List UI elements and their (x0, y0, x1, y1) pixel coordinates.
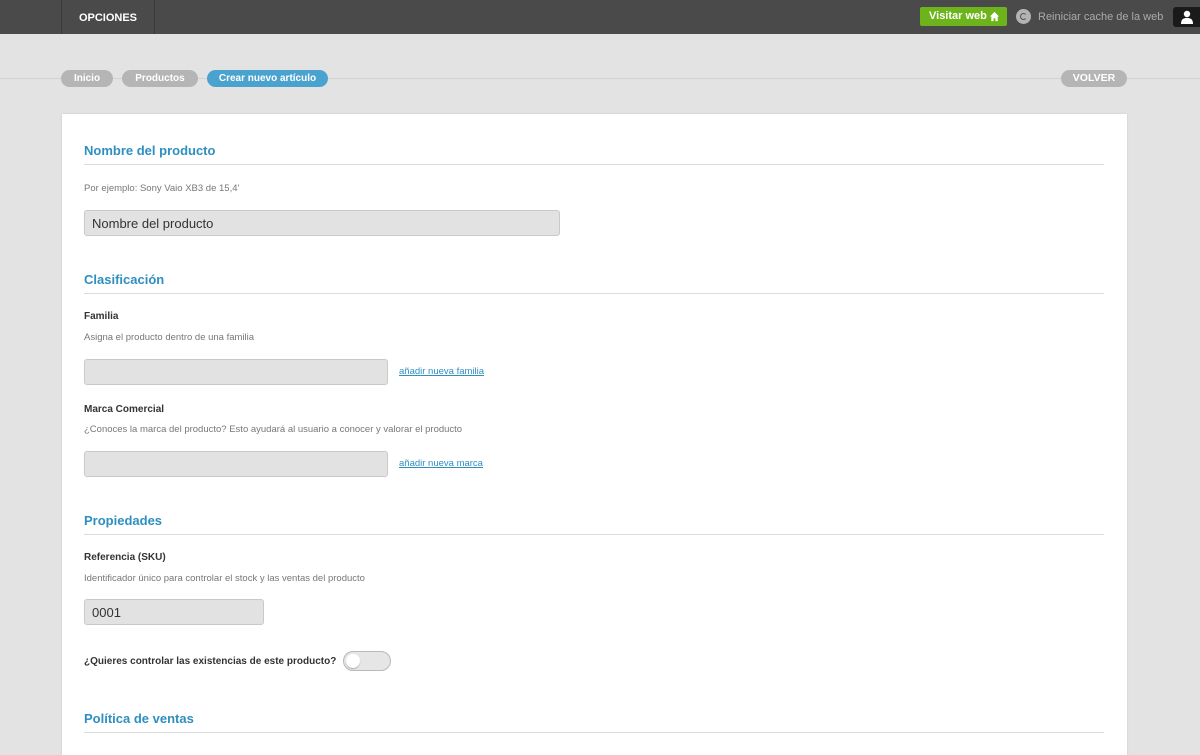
section-divider (84, 164, 1104, 165)
family-label: Familia (84, 311, 119, 322)
section-title-properties: Propiedades (84, 513, 163, 528)
section-divider (84, 534, 1104, 535)
name-help-text: Por ejemplo: Sony Vaio XB3 de 15,4' (84, 183, 240, 194)
brand-help-text: ¿Conoces la marca del producto? Esto ayu… (84, 424, 463, 435)
product-name-input[interactable] (84, 210, 560, 236)
sku-input[interactable] (84, 599, 264, 625)
family-help-text: Asigna el producto dentro de una familia (84, 332, 255, 343)
section-divider (84, 293, 1104, 294)
user-menu-button[interactable] (1173, 7, 1200, 27)
sku-help-text: Identificador único para controlar el st… (84, 573, 365, 584)
breadcrumb-home[interactable]: Inicio (61, 70, 113, 87)
section-divider (84, 732, 1104, 733)
brand-select[interactable] (84, 451, 388, 477)
family-select[interactable] (84, 359, 388, 385)
visit-web-label: Visitar web (929, 10, 987, 22)
brand-label: Marca Comercial (84, 404, 165, 415)
reset-cache-label: Reiniciar cache de la web (1038, 11, 1164, 23)
top-bar: OPCIONES Visitar web Reiniciar cache de … (0, 0, 1200, 34)
product-form-card: Nombre del producto Por ejemplo: Sony Va… (62, 114, 1127, 755)
breadcrumb-products[interactable]: Productos (122, 70, 198, 87)
sku-label: Referencia (SKU) (84, 552, 166, 563)
stock-question: ¿Quieres controlar las existencias de es… (84, 656, 337, 667)
toggle-knob (346, 654, 360, 668)
visit-web-button[interactable]: Visitar web (920, 7, 1007, 26)
section-title-classification: Clasificación (84, 272, 165, 287)
breadcrumb-current: Crear nuevo artículo (207, 70, 328, 87)
section-title-name: Nombre del producto (84, 143, 216, 158)
home-icon (989, 11, 1000, 22)
add-brand-link[interactable]: añadir nueva marca (399, 458, 483, 469)
options-menu[interactable]: OPCIONES (61, 0, 155, 34)
back-button[interactable]: VOLVER (1061, 70, 1127, 87)
user-icon (1181, 10, 1193, 24)
add-family-link[interactable]: añadir nueva familia (399, 366, 484, 377)
section-title-sales-policy: Política de ventas (84, 711, 194, 726)
refresh-icon (1016, 9, 1031, 24)
stock-toggle[interactable] (343, 651, 391, 671)
